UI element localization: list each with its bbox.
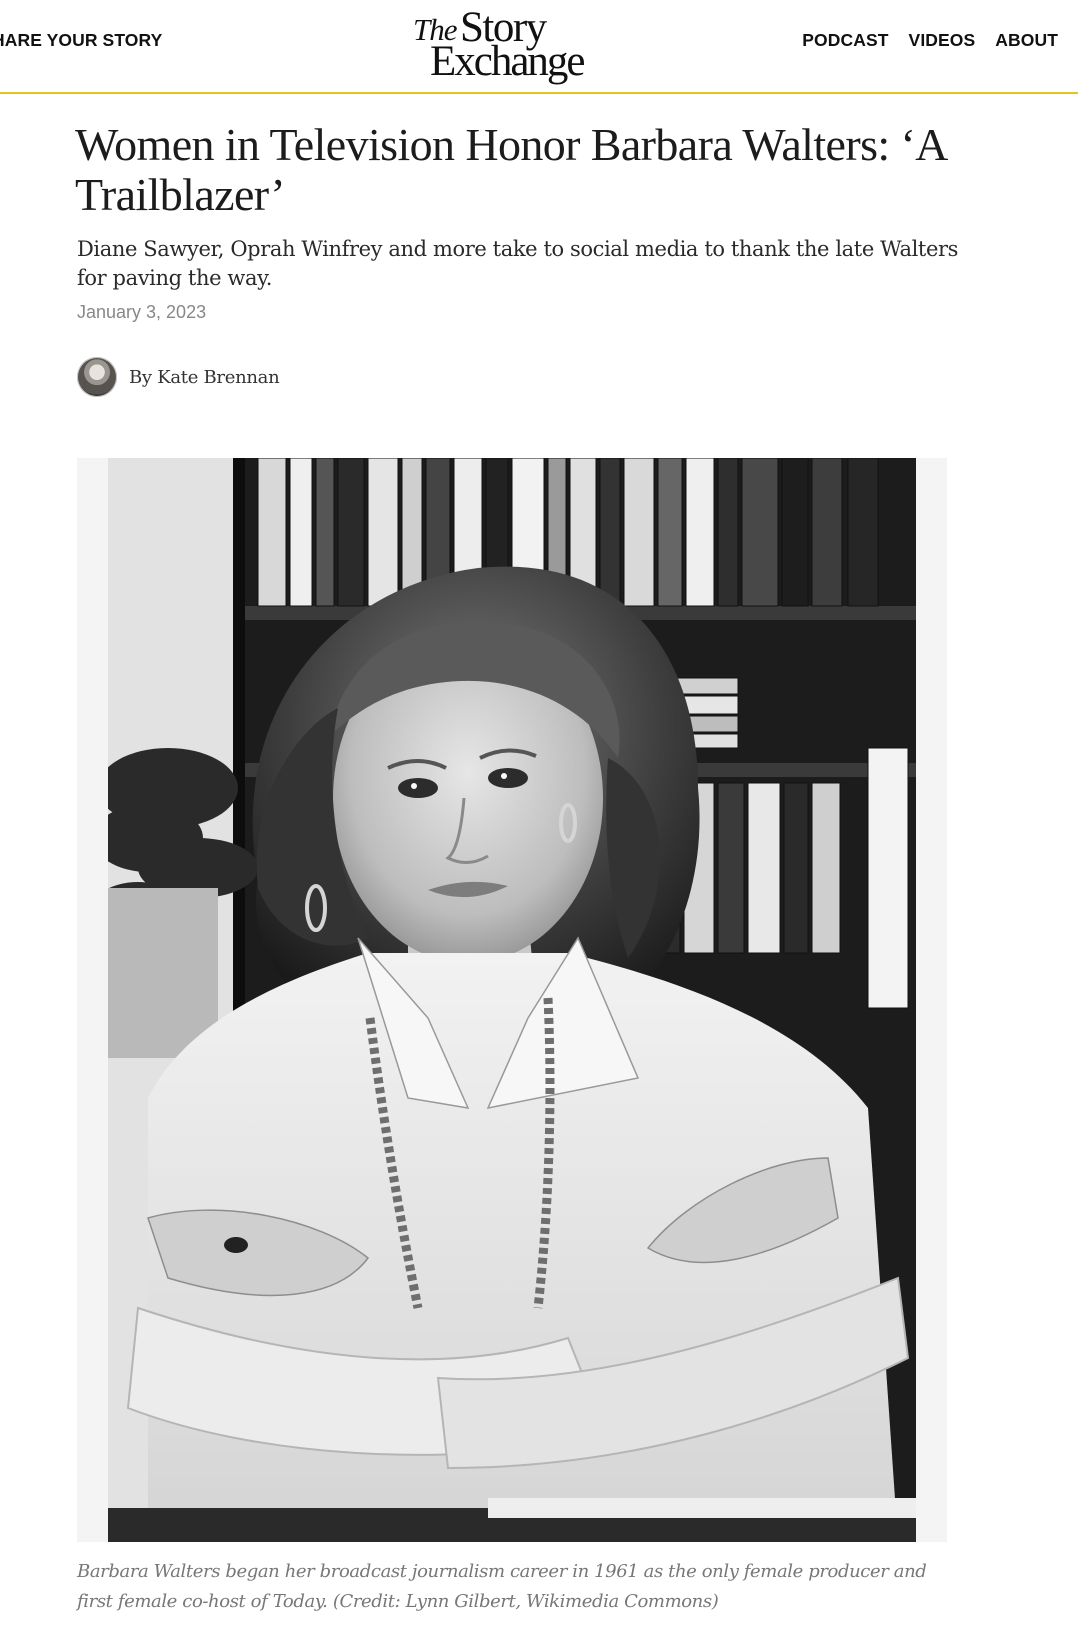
nav-share-your-story[interactable]: HARE YOUR STORY xyxy=(0,30,162,51)
article-headline: Women in Television Honor Barbara Walter… xyxy=(75,119,946,220)
byline-author[interactable]: Kate Brennan xyxy=(157,367,279,388)
byline-prefix: By xyxy=(129,366,158,388)
site-header: HARE YOUR STORY The Story Exchange PODCA… xyxy=(0,0,1078,94)
hero-caption: Barbara Walters began her broadcast jour… xyxy=(77,1561,927,1612)
site-logo[interactable]: The Story Exchange xyxy=(413,4,593,88)
nav-podcast[interactable]: PODCAST xyxy=(802,30,888,51)
nav-left: HARE YOUR STORY xyxy=(0,30,162,51)
article-date: January 3, 2023 xyxy=(77,302,207,322)
author-avatar[interactable] xyxy=(77,357,117,397)
article-deck: Diane Sawyer, Oprah Winfrey and more tak… xyxy=(77,237,959,290)
byline: By Kate Brennan xyxy=(77,357,280,397)
hero-figure xyxy=(77,458,947,1542)
logo-exchange: Exchange xyxy=(430,38,586,85)
nav-right: PODCAST VIDEOS ABOUT xyxy=(802,30,1058,51)
byline-text: By Kate Brennan xyxy=(129,366,280,388)
nav-videos[interactable]: VIDEOS xyxy=(909,30,976,51)
hero-photo xyxy=(108,458,916,1542)
nav-about[interactable]: ABOUT xyxy=(995,30,1058,51)
